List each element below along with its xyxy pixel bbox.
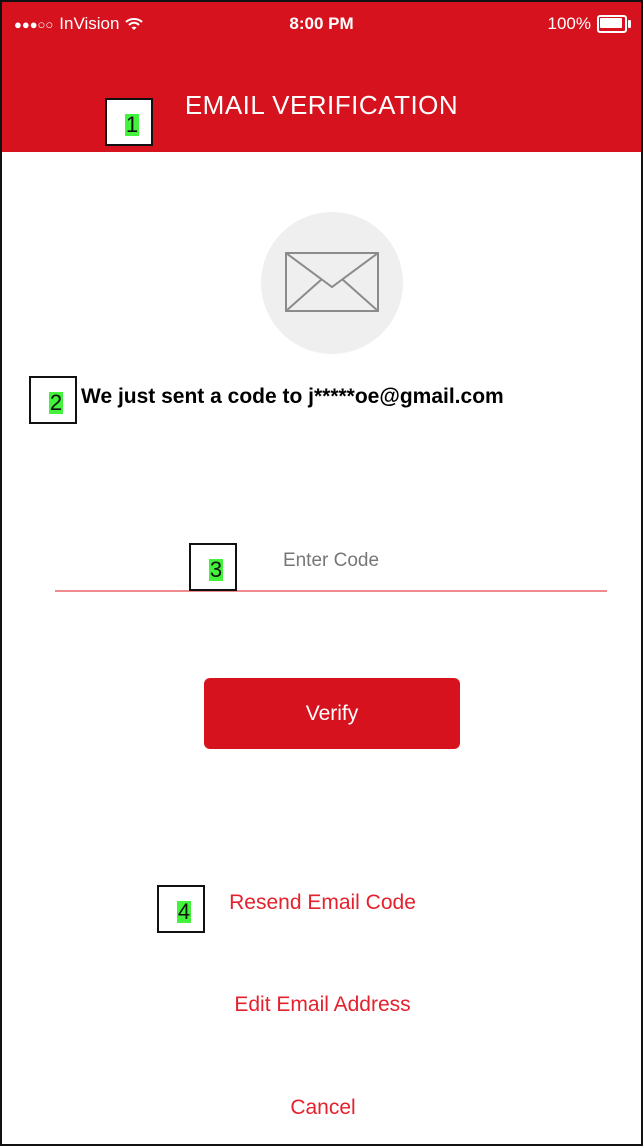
battery-percentage: 100% xyxy=(547,14,591,33)
annotation-marker-2: 2 xyxy=(29,376,77,424)
annotation-label-3: 3 xyxy=(209,557,223,582)
page-title: EMAIL VERIFICATION xyxy=(184,90,459,120)
annotation-label-2: 2 xyxy=(49,390,63,415)
battery-icon xyxy=(597,15,631,33)
phone-screen: ●●●○○ InVision 8:00 PM 100% EMAIL VERIFI… xyxy=(0,0,643,1146)
verify-button[interactable]: Verify xyxy=(204,678,460,749)
status-bar: ●●●○○ InVision 8:00 PM 100% xyxy=(2,2,641,46)
cancel-link[interactable]: Cancel xyxy=(2,1096,641,1120)
battery-tip xyxy=(628,20,631,28)
resend-email-code-link[interactable]: Resend Email Code xyxy=(2,891,641,915)
annotation-marker-1: 1 xyxy=(105,98,153,146)
annotation-marker-3: 3 xyxy=(189,543,237,591)
verification-message: We just sent a code to j*****oe@gmail.co… xyxy=(81,385,504,408)
edit-email-address-link[interactable]: Edit Email Address xyxy=(2,993,641,1017)
verification-header: ●●●○○ InVision 8:00 PM 100% EMAIL VERIFI… xyxy=(2,2,641,152)
status-time: 8:00 PM xyxy=(289,14,354,33)
verification-code-input[interactable] xyxy=(55,532,607,592)
status-bar-right: 100% xyxy=(548,14,631,34)
battery-level xyxy=(600,18,622,28)
envelope-icon xyxy=(285,252,379,312)
annotation-label-1: 1 xyxy=(125,112,139,137)
